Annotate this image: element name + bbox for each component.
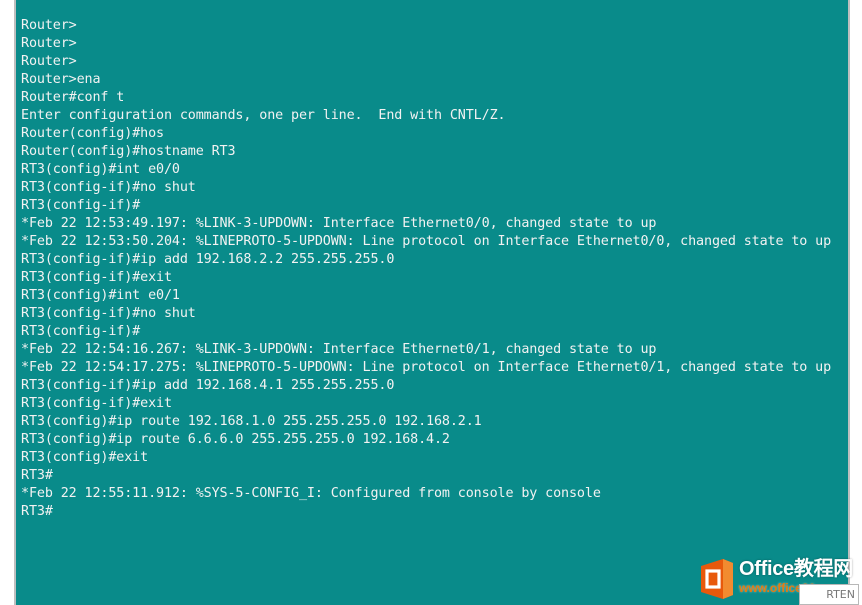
- console-line: RT3(config-if)#no shut: [21, 180, 196, 195]
- console-line: RT3(config)#int e0/1: [21, 288, 180, 303]
- console-line: RT3(config-if)#exit: [21, 270, 172, 285]
- console-line: RT3#: [21, 468, 53, 483]
- console-line: RT3(config)#exit: [21, 450, 149, 465]
- console-line: Router(config)#hos: [21, 126, 164, 141]
- console-line: *Feb 22 12:53:50.204: %LINEPROTO-5-UPDOW…: [21, 234, 832, 249]
- terminal-window: Router> Router> Router> Router>ena Router#co…: [0, 0, 862, 605]
- console-line: RT3#: [21, 504, 53, 519]
- console-line: Router>ena: [21, 72, 101, 87]
- console-line: RT3(config-if)#ip add 192.168.4.1 255.25…: [21, 378, 395, 393]
- console-line: RT3(config)#int e0/0: [21, 162, 180, 177]
- console-output: Router> Router> Router> Router>ena Router#co…: [21, 17, 831, 521]
- console-line: RT3(config-if)#: [21, 324, 141, 339]
- watermark-brand-latin: Office: [739, 558, 794, 580]
- office-logo-icon: [701, 559, 733, 599]
- console-line: RT3(config-if)#ip add 192.168.2.2 255.25…: [21, 252, 395, 267]
- watermark-brand-cn: 教程网: [793, 558, 853, 580]
- console-line: Router>: [21, 54, 77, 69]
- console-line: RT3(config-if)#exit: [21, 396, 172, 411]
- console-line: *Feb 22 12:54:16.267: %LINK-3-UPDOWN: In…: [21, 342, 657, 357]
- console-line: Enter configuration commands, one per li…: [21, 108, 506, 123]
- window-right-edge: [848, 0, 850, 605]
- window-left-margin: [0, 0, 15, 605]
- console-line: Router>: [21, 36, 77, 51]
- console-line: Router(config)#hostname RT3: [21, 144, 236, 159]
- console-line: Router>: [21, 18, 77, 33]
- site-watermark: Office教程网 www.office26.com RTEN: [697, 556, 862, 605]
- window-right-margin: [848, 0, 862, 605]
- console-line: *Feb 22 12:53:49.197: %LINK-3-UPDOWN: In…: [21, 216, 657, 231]
- console-line: RT3(config)#ip route 6.6.6.0 255.255.255…: [21, 432, 450, 447]
- console-line: *Feb 22 12:55:11.912: %SYS-5-CONFIG_I: C…: [21, 486, 601, 501]
- console-line: *Feb 22 12:54:17.275: %LINEPROTO-5-UPDOW…: [21, 360, 832, 375]
- console-line: RT3(config)#ip route 192.168.1.0 255.255…: [21, 414, 482, 429]
- console-line: RT3(config-if)#no shut: [21, 306, 196, 321]
- corner-badge: RTEN: [799, 584, 859, 605]
- watermark-brand: Office教程网: [739, 556, 853, 582]
- console-line: Router#conf t: [21, 90, 125, 105]
- console-line: RT3(config-if)#: [21, 198, 141, 213]
